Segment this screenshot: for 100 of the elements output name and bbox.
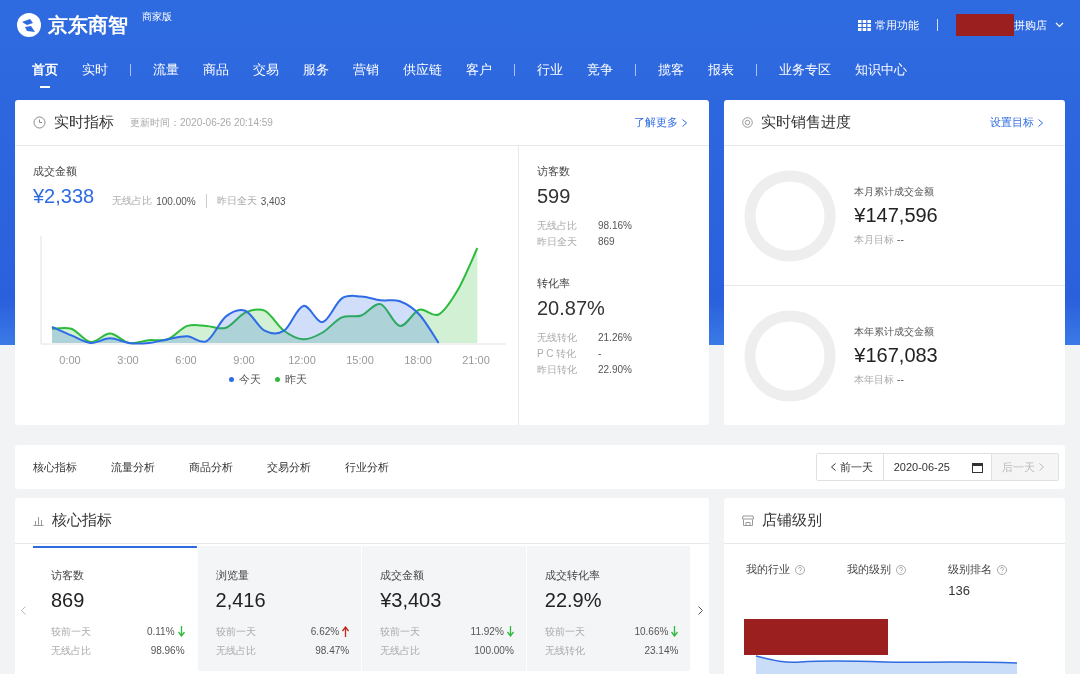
chevron-right-icon[interactable]: [697, 606, 703, 615]
chevron-left-icon: [830, 463, 836, 471]
stat-value: 3,403: [260, 195, 286, 207]
target-label: 本年目标: [854, 373, 895, 385]
analysis-tab[interactable]: 交易分析: [267, 459, 311, 475]
stat-value: 98.47%: [315, 644, 350, 658]
learn-more-link[interactable]: 了解更多: [634, 115, 692, 130]
metric-label: 成交金额: [380, 568, 426, 583]
grid-icon[interactable]: [858, 19, 871, 31]
store-name[interactable]: 拼购店: [1014, 17, 1047, 33]
nav-tab[interactable]: 报表: [696, 50, 746, 90]
target-icon: [742, 117, 754, 128]
axis-label: 6:00: [174, 354, 198, 366]
metric-value: ¥3,403: [380, 589, 443, 612]
nav-tab[interactable]: 流量: [141, 50, 191, 90]
metric-label: 成交转化率: [544, 568, 601, 583]
compare-value: 10.66%: [634, 625, 669, 639]
nav-tab[interactable]: 竞争: [575, 50, 625, 90]
stat-label: 无线转化: [544, 644, 585, 658]
nav-tab[interactable]: 服务: [291, 50, 341, 90]
column-label: 级别排名: [948, 562, 993, 577]
calendar-icon[interactable]: [972, 461, 983, 473]
nav-tab[interactable]: 知识中心: [843, 50, 919, 90]
stat-label: 无线占比: [112, 194, 153, 208]
axis-label: 15:00: [345, 354, 375, 366]
nav-tab[interactable]: 首页: [20, 50, 70, 90]
stat-value: 22.90%: [598, 363, 632, 377]
compare-value: 6.62%: [310, 625, 340, 639]
stat-label: 无线占比: [537, 219, 578, 233]
analysis-tab[interactable]: 流量分析: [111, 459, 155, 475]
set-target-link[interactable]: 设置目标: [990, 115, 1047, 130]
clock-icon: [33, 116, 46, 129]
metric-value: 20.87%: [537, 297, 606, 320]
target-value: --: [897, 373, 904, 385]
metric-label: 转化率: [537, 276, 571, 291]
stat-value: 100.00%: [474, 644, 514, 658]
target-value: --: [897, 233, 904, 245]
analysis-tab[interactable]: 行业分析: [345, 459, 389, 475]
metric-label: 浏览量: [215, 568, 250, 583]
column-label: 我的行业: [746, 562, 791, 577]
metric-label: 访客数: [537, 164, 571, 179]
nav-tab[interactable]: 客户: [454, 50, 504, 90]
metric-value: 869: [50, 589, 86, 612]
nav-tab[interactable]: 营销: [341, 50, 391, 90]
stat-label: 无线转化: [537, 331, 578, 345]
metric-value: 2,416: [215, 589, 267, 612]
stat-label: 昨日全天: [216, 194, 257, 208]
column-label: 我的级别: [847, 562, 892, 577]
stat-value: 869: [598, 235, 615, 249]
nav-tab[interactable]: 实时: [70, 50, 120, 90]
metric-value: ¥147,596: [854, 203, 938, 227]
legend-label[interactable]: 昨天: [285, 372, 307, 387]
chevron-right-icon: [1039, 463, 1044, 471]
nav-tab[interactable]: 商品: [191, 50, 241, 90]
analysis-tab[interactable]: 核心指标: [33, 459, 77, 475]
update-time: 更新时间：2020-06-26 20:14:59: [130, 115, 273, 130]
chevron-right-icon: [1038, 119, 1043, 128]
metric-label: 访客数: [50, 568, 85, 583]
stat-label: 无线占比: [215, 644, 256, 658]
axis-label: 21:00: [461, 354, 491, 366]
metric-label: 成交金额: [33, 164, 78, 179]
shop-icon: [742, 515, 755, 526]
metric-value: ¥2,338: [33, 185, 95, 208]
stat-label: 昨日转化: [537, 363, 578, 377]
stat-value: 100.00%: [156, 195, 196, 207]
metric-value: 599: [537, 185, 572, 208]
redaction-block: [956, 14, 1014, 36]
stat-label: 无线占比: [380, 644, 421, 658]
card-title: 实时销售进度: [761, 113, 852, 132]
card-title: 实时指标: [54, 113, 114, 132]
stat-label: 昨日全天: [537, 235, 578, 249]
chevron-down-icon[interactable]: [1055, 22, 1064, 28]
legend-label[interactable]: 今天: [239, 372, 261, 387]
nav-tab[interactable]: 揽客: [646, 50, 696, 90]
rank-value: 136: [948, 583, 972, 598]
metric-value: ¥167,083: [854, 343, 938, 367]
stat-value: 21.26%: [598, 331, 632, 345]
nav-tab[interactable]: 业务专区: [767, 50, 843, 90]
axis-label: 0:00: [58, 354, 82, 366]
axis-label: 9:00: [232, 354, 256, 366]
stat-value: 23.14%: [644, 644, 679, 658]
metric-label: 本月累计成交金额: [854, 184, 936, 199]
stat-value: 98.16%: [598, 219, 632, 233]
metric-value: 22.9%: [544, 589, 603, 612]
logo-icon: [16, 12, 42, 38]
metric-label: 本年累计成交金额: [854, 324, 936, 339]
stat-value: -: [598, 347, 602, 361]
axis-label: 3:00: [116, 354, 140, 366]
nav-tab[interactable]: 交易: [241, 50, 291, 90]
nav-tab[interactable]: 行业: [525, 50, 575, 90]
compare-value: 11.92%: [470, 625, 504, 639]
nav-tab[interactable]: 供应链: [391, 50, 454, 90]
quick-menu[interactable]: 常用功能: [875, 17, 919, 33]
chevron-right-icon: [682, 119, 688, 128]
app-logo: 京东商智: [48, 12, 128, 38]
analysis-tab[interactable]: 商品分析: [189, 459, 233, 475]
bar-chart-icon: [33, 515, 44, 526]
axis-label: 18:00: [403, 354, 433, 366]
card-title: 店铺级别: [762, 511, 823, 530]
stat-label: 无线占比: [50, 644, 91, 658]
